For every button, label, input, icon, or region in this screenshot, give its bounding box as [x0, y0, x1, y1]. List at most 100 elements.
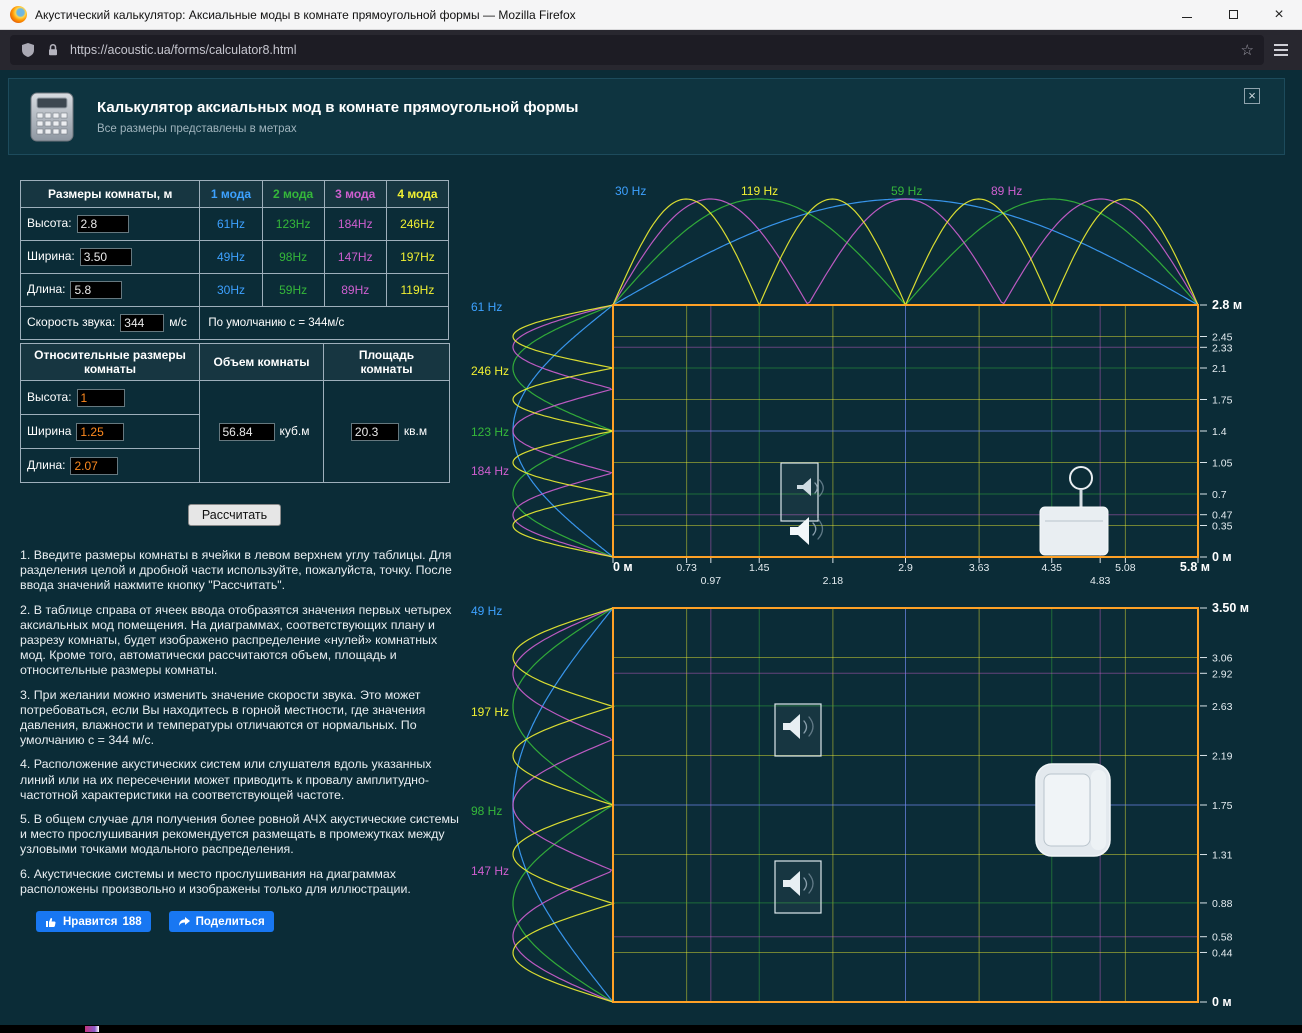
mode-4-header: 4 мода [385, 180, 450, 208]
svg-text:1.4: 1.4 [1212, 426, 1227, 438]
svg-text:119 Hz: 119 Hz [741, 184, 778, 198]
area-cell: кв.м [323, 380, 450, 483]
fb-share-button[interactable]: Поделиться [168, 911, 274, 933]
svg-text:2.33: 2.33 [1212, 342, 1233, 354]
speaker-icon [774, 703, 822, 757]
armchair-icon [1035, 763, 1111, 857]
calculate-button[interactable]: Рассчитать [187, 504, 282, 526]
calculator-icon [30, 92, 74, 141]
height-input[interactable] [76, 215, 129, 233]
svg-text:0.44: 0.44 [1212, 947, 1233, 959]
width-label: Ширина: [27, 249, 75, 264]
taskbar-app-icon[interactable] [85, 1026, 99, 1032]
page-content: Калькулятор аксиальных мод в комнате пря… [0, 70, 1302, 1025]
fb-like-button[interactable]: Нравится 188 [36, 911, 151, 933]
menu-icon[interactable] [1274, 44, 1292, 56]
instructions-text: 1. Введите размеры комнаты в ячейки в ле… [20, 548, 466, 897]
speaker-icon [774, 860, 822, 914]
svg-text:1.05: 1.05 [1212, 458, 1233, 470]
share-label: Поделиться [195, 915, 265, 928]
page-header: Калькулятор аксиальных мод в комнате пря… [8, 78, 1285, 155]
relative-length-label: Длина: [27, 457, 66, 472]
svg-text:0 м: 0 м [1212, 550, 1232, 564]
volume-unit: куб.м [279, 423, 310, 438]
mode-1-header: 1 мода [199, 180, 263, 208]
room-dimensions-table: Размеры комнаты, м 1 мода 2 мода 3 мода … [19, 180, 450, 340]
width-input[interactable] [79, 248, 132, 266]
svg-text:2.19: 2.19 [1212, 750, 1233, 762]
lock-icon[interactable] [45, 42, 61, 58]
page-close-icon[interactable]: × [1244, 88, 1260, 104]
length-mode-3: 89Hz [323, 273, 387, 307]
instruction-2: 2. В таблице справа от ячеек ввода отобр… [20, 602, 452, 678]
svg-text:1.45: 1.45 [749, 562, 770, 574]
svg-text:49 Hz: 49 Hz [471, 604, 502, 618]
instruction-3: 3. При желании можно изменить значение с… [20, 687, 426, 748]
area-header: Площадь комнаты [323, 343, 450, 381]
svg-text:123 Hz: 123 Hz [471, 425, 509, 439]
close-button[interactable]: × [1256, 0, 1302, 30]
svg-text:184 Hz: 184 Hz [471, 464, 509, 478]
svg-text:2.8 м: 2.8 м [1212, 298, 1242, 312]
svg-text:3.06: 3.06 [1212, 653, 1233, 665]
like-label: Нравится [63, 915, 118, 928]
svg-text:0.88: 0.88 [1212, 898, 1233, 910]
svg-text:4.35: 4.35 [1042, 562, 1063, 574]
maximize-button[interactable] [1210, 0, 1256, 30]
relative-width-input[interactable] [76, 422, 125, 441]
relative-height-input[interactable] [76, 388, 125, 407]
svg-text:0.73: 0.73 [676, 562, 697, 574]
svg-text:61 Hz: 61 Hz [471, 300, 502, 314]
svg-text:30 Hz: 30 Hz [615, 184, 646, 198]
window-titlebar: Акустический калькулятор: Аксиальные мод… [0, 0, 1302, 30]
svg-text:2.9: 2.9 [898, 562, 913, 574]
height-mode-2: 123Hz [261, 207, 325, 241]
room-mode-diagram: 30 Hz 119 Hz 59 Hz 89 Hz 61 Hz 246 Hz 123 Hz 18… [471, 184, 1249, 1009]
page-title: Калькулятор аксиальных мод в комнате пря… [97, 98, 579, 116]
url-text: https://acoustic.ua/forms/calculator8.ht… [70, 43, 297, 57]
svg-text:147 Hz: 147 Hz [471, 864, 509, 878]
volume-header: Объем комнаты [199, 343, 324, 381]
like-count: 188 [122, 915, 142, 928]
browser-navbar: https://acoustic.ua/forms/calculator8.ht… [0, 30, 1302, 70]
svg-text:5.8 м: 5.8 м [1180, 560, 1210, 574]
svg-text:1.31: 1.31 [1212, 850, 1233, 862]
svg-text:2.63: 2.63 [1212, 701, 1233, 713]
volume-value [218, 422, 275, 441]
svg-text:98 Hz: 98 Hz [471, 804, 502, 818]
svg-text:3.50 м: 3.50 м [1212, 601, 1249, 615]
shield-icon[interactable] [20, 42, 36, 58]
relative-height-label: Высота: [27, 389, 72, 404]
taskbar[interactable] [0, 1025, 1302, 1033]
height-label: Высота: [27, 216, 72, 231]
svg-text:0.58: 0.58 [1212, 932, 1233, 944]
window-title: Акустический калькулятор: Аксиальные мод… [35, 7, 576, 22]
svg-text:2.1: 2.1 [1212, 363, 1227, 375]
length-input[interactable] [70, 281, 123, 299]
mode-2-header: 2 мода [261, 180, 325, 208]
relative-length-input[interactable] [70, 456, 119, 475]
speed-of-sound-input[interactable] [120, 314, 165, 332]
relative-width-label: Ширина [27, 423, 72, 438]
instruction-4: 4. Расположение акустических систем или … [20, 757, 432, 802]
height-mode-3: 184Hz [323, 207, 387, 241]
svg-text:3.63: 3.63 [969, 562, 990, 574]
svg-text:0 м: 0 м [613, 560, 633, 574]
width-mode-1: 49Hz [199, 240, 263, 274]
firefox-icon [10, 6, 27, 23]
bookmark-star-icon[interactable]: ☆ [1241, 41, 1254, 59]
volume-cell: куб.м [199, 380, 324, 483]
page-subtitle: Все размеры представлены в метрах [97, 122, 297, 135]
url-bar[interactable]: https://acoustic.ua/forms/calculator8.ht… [10, 35, 1264, 65]
floor-lamp-icon [1039, 466, 1109, 556]
svg-text:1.75: 1.75 [1212, 395, 1233, 407]
svg-text:0.97: 0.97 [701, 575, 722, 587]
instruction-6: 6. Акустические системы и место прослуши… [20, 866, 411, 896]
speed-label: Скорость звука: [27, 315, 116, 330]
svg-text:5.08: 5.08 [1115, 562, 1136, 574]
minimize-button[interactable] [1164, 0, 1210, 30]
height-mode-1: 61Hz [199, 207, 263, 241]
speaker-icon [780, 462, 824, 545]
width-mode-4: 197Hz [385, 240, 450, 274]
calculator-panel: Размеры комнаты, м 1 мода 2 мода 3 мода … [19, 180, 466, 933]
